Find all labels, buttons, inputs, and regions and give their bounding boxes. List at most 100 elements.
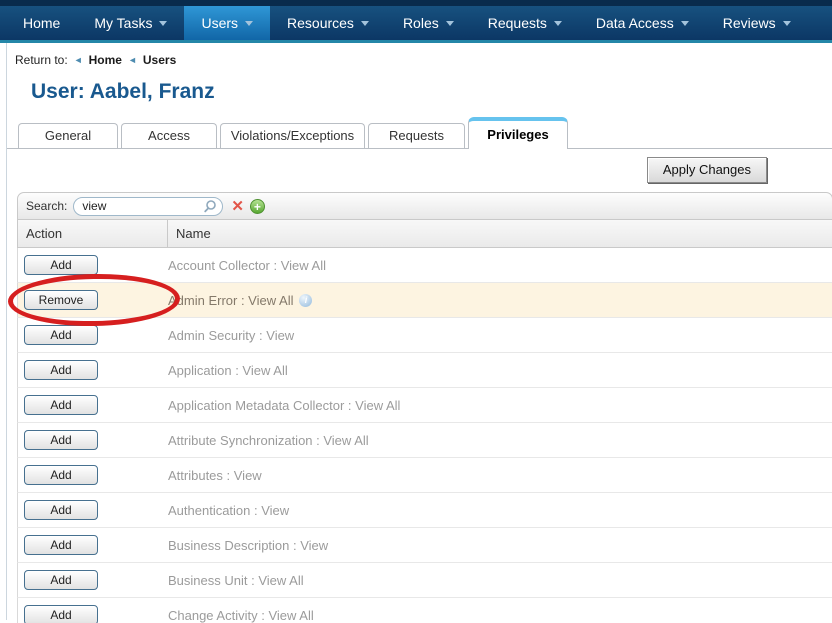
privileges-table-body: Add Account Collector : View All Remove … — [17, 248, 832, 623]
action-cell: Add — [18, 598, 168, 623]
add-button[interactable]: Add — [24, 430, 98, 450]
page-title: User: Aabel, Franz — [31, 80, 832, 104]
privilege-name: Application : View All — [168, 363, 288, 378]
add-button[interactable]: Add — [24, 500, 98, 520]
add-button[interactable]: Add — [24, 605, 98, 623]
action-cell: Add — [18, 423, 168, 457]
name-cell: Attribute Synchronization : View All — [168, 423, 832, 457]
nav-item-resources[interactable]: Resources — [270, 6, 386, 40]
column-header-action: Action — [18, 220, 168, 247]
nav-item-label: Roles — [403, 15, 439, 31]
nav-item-label: Home — [23, 15, 60, 31]
search-input[interactable] — [82, 199, 203, 213]
chevron-down-icon — [681, 21, 689, 26]
name-cell: Authentication : View — [168, 493, 832, 527]
action-cell: Remove — [18, 283, 168, 317]
nav-item-roles[interactable]: Roles — [386, 6, 471, 40]
name-cell: Application : View All — [168, 353, 832, 387]
nav-item-label: Requests — [488, 15, 547, 31]
apply-changes-row: Apply Changes — [7, 149, 832, 185]
action-cell: Add — [18, 248, 168, 282]
table-row: Add Admin Security : View — [17, 318, 832, 353]
chevron-down-icon — [783, 21, 791, 26]
action-cell: Add — [18, 493, 168, 527]
nav-item-label: Users — [201, 15, 238, 31]
tab-access[interactable]: Access — [121, 123, 217, 148]
add-button[interactable]: Add — [24, 570, 98, 590]
nav-item-label: Resources — [287, 15, 354, 31]
info-icon[interactable]: i — [299, 294, 312, 307]
add-button[interactable]: Add — [24, 325, 98, 345]
name-cell: Business Unit : View All — [168, 563, 832, 597]
tab-violations-exceptions[interactable]: Violations/Exceptions — [220, 123, 365, 148]
privilege-name: Change Activity : View All — [168, 608, 314, 623]
name-cell: Change Activity : View All — [168, 598, 832, 623]
privilege-name: Business Description : View — [168, 538, 328, 553]
chevron-down-icon — [245, 21, 253, 26]
nav-item-label: Data Access — [596, 15, 674, 31]
privilege-name: Authentication : View — [168, 503, 289, 518]
remove-button[interactable]: Remove — [24, 290, 98, 310]
privilege-name: Application Metadata Collector : View Al… — [168, 398, 400, 413]
chevron-down-icon — [554, 21, 562, 26]
privilege-name: Attributes : View — [168, 468, 262, 483]
breadcrumb-arrow-icon: ◄ — [128, 55, 137, 65]
tab-strip: General Access Violations/Exceptions Req… — [7, 117, 832, 149]
breadcrumb-link-home[interactable]: Home — [89, 53, 122, 67]
privilege-name: Admin Security : View — [168, 328, 294, 343]
privilege-name: Admin Error : View All — [168, 293, 293, 308]
name-cell: Account Collector : View All — [168, 248, 832, 282]
search-toolbar: Search: ✕ + — [17, 192, 832, 220]
add-button[interactable]: Add — [24, 360, 98, 380]
nav-item-label: Reviews — [723, 15, 776, 31]
add-button[interactable]: Add — [24, 465, 98, 485]
name-cell: Admin Security : View — [168, 318, 832, 352]
action-cell: Add — [18, 528, 168, 562]
add-search-icon[interactable]: + — [250, 199, 265, 214]
clear-search-icon[interactable]: ✕ — [231, 199, 244, 214]
page-content: Return to: ◄ Home ◄ Users User: Aabel, F… — [6, 43, 832, 620]
breadcrumb-prefix: Return to: — [15, 53, 68, 67]
action-cell: Add — [18, 353, 168, 387]
tab-general[interactable]: General — [18, 123, 118, 148]
add-button[interactable]: Add — [24, 255, 98, 275]
table-row: Add Business Description : View — [17, 528, 832, 563]
nav-item-my-tasks[interactable]: My Tasks — [77, 6, 184, 40]
table-header: Action Name — [17, 220, 832, 248]
table-row: Add Application Metadata Collector : Vie… — [17, 388, 832, 423]
breadcrumb-arrow-icon: ◄ — [74, 55, 83, 65]
name-cell: Business Description : View — [168, 528, 832, 562]
nav-item-home[interactable]: Home — [6, 6, 77, 40]
tab-requests[interactable]: Requests — [368, 123, 465, 148]
action-cell: Add — [18, 563, 168, 597]
apply-changes-button[interactable]: Apply Changes — [647, 157, 767, 183]
nav-item-reviews[interactable]: Reviews — [706, 6, 808, 40]
top-navigation-bar: Home My Tasks Users Resources Roles Requ… — [0, 0, 832, 43]
add-button[interactable]: Add — [24, 535, 98, 555]
table-row: Add Attribute Synchronization : View All — [17, 423, 832, 458]
add-button[interactable]: Add — [24, 395, 98, 415]
action-cell: Add — [18, 318, 168, 352]
privilege-name: Business Unit : View All — [168, 573, 304, 588]
nav-item-users[interactable]: Users — [184, 6, 270, 40]
breadcrumb: Return to: ◄ Home ◄ Users — [7, 43, 832, 67]
chevron-down-icon — [446, 21, 454, 26]
privilege-name: Account Collector : View All — [168, 258, 326, 273]
table-row: Add Attributes : View — [17, 458, 832, 493]
tab-privileges[interactable]: Privileges — [468, 117, 568, 149]
nav-item-data-access[interactable]: Data Access — [579, 6, 706, 40]
breadcrumb-link-users[interactable]: Users — [143, 53, 176, 67]
table-row: Add Authentication : View — [17, 493, 832, 528]
column-header-name: Name — [168, 220, 832, 247]
search-label: Search: — [26, 199, 67, 213]
action-cell: Add — [18, 388, 168, 422]
name-cell: Attributes : View — [168, 458, 832, 492]
name-cell: Admin Error : View All i — [168, 283, 832, 317]
chevron-down-icon — [361, 21, 369, 26]
privilege-name: Attribute Synchronization : View All — [168, 433, 369, 448]
privileges-panel: Search: ✕ + Action Name Add Account Coll… — [17, 192, 832, 623]
search-icon — [203, 199, 217, 213]
nav-item-requests[interactable]: Requests — [471, 6, 579, 40]
table-row: Add Account Collector : View All — [17, 248, 832, 283]
table-row: Remove Admin Error : View All i — [17, 283, 832, 318]
